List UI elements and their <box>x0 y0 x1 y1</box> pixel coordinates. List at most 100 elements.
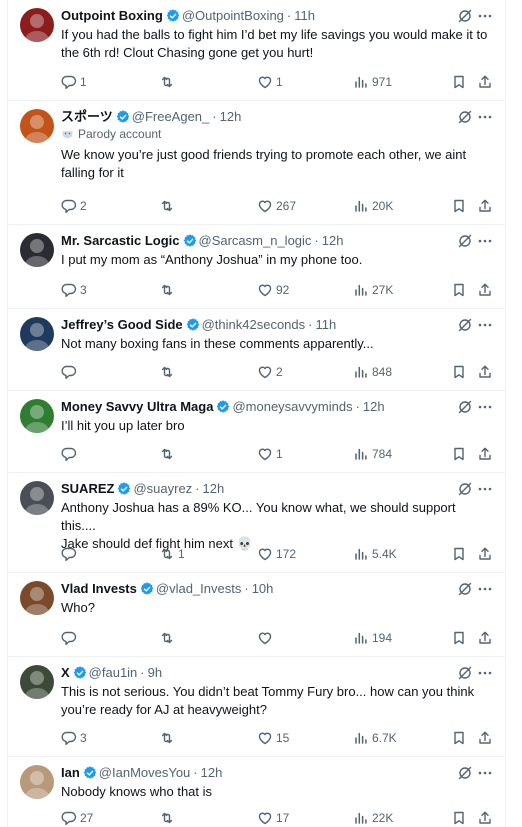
more-icon[interactable] <box>477 665 493 681</box>
avatar[interactable] <box>20 481 54 515</box>
author-name[interactable]: Ian <box>61 765 80 780</box>
more-icon[interactable] <box>477 233 493 249</box>
like-button[interactable]: 2 <box>257 363 283 381</box>
timestamp[interactable]: 10h <box>252 581 274 596</box>
views-button[interactable]: 22K <box>353 809 393 827</box>
share-button[interactable] <box>477 809 493 827</box>
author-name[interactable]: スポーツ <box>61 109 113 124</box>
reply-button[interactable]: 1 <box>61 73 87 91</box>
author-handle[interactable]: @FreeAgen_ <box>132 109 210 124</box>
reply-button[interactable] <box>61 445 80 463</box>
grok-icon[interactable] <box>457 8 473 24</box>
more-icon[interactable] <box>477 399 493 415</box>
author-handle[interactable]: @Sarcasm_n_logic <box>199 233 312 248</box>
bookmark-button[interactable] <box>451 73 467 91</box>
avatar[interactable] <box>20 8 54 42</box>
share-button[interactable] <box>477 545 493 563</box>
share-button[interactable] <box>477 445 493 463</box>
avatar[interactable] <box>20 317 54 351</box>
like-button[interactable]: 92 <box>257 281 289 299</box>
avatar[interactable] <box>20 233 54 267</box>
timestamp[interactable]: 12h <box>203 481 225 496</box>
bookmark-button[interactable] <box>451 281 467 299</box>
author-handle[interactable]: @OutpointBoxing <box>182 8 284 23</box>
reply-button[interactable]: 3 <box>61 281 87 299</box>
reply-button[interactable] <box>61 629 80 647</box>
avatar[interactable] <box>20 109 54 143</box>
views-button[interactable]: 848 <box>353 363 392 381</box>
timestamp[interactable]: 12h <box>363 399 385 414</box>
grok-icon[interactable] <box>457 765 473 781</box>
like-button[interactable] <box>257 629 276 647</box>
views-button[interactable]: 5.4K <box>353 545 397 563</box>
share-button[interactable] <box>477 73 493 91</box>
author-name[interactable]: Vlad Invests <box>61 581 137 596</box>
avatar[interactable] <box>20 765 54 799</box>
retweet-button[interactable] <box>159 445 178 463</box>
views-button[interactable]: 27K <box>353 281 393 299</box>
like-button[interactable]: 172 <box>257 545 296 563</box>
reply-button[interactable] <box>61 545 80 563</box>
retweet-button[interactable] <box>159 281 178 299</box>
timestamp[interactable]: 12h <box>322 233 344 248</box>
author-name[interactable]: SUAREZ <box>61 481 114 496</box>
grok-icon[interactable] <box>457 399 473 415</box>
bookmark-button[interactable] <box>451 445 467 463</box>
timestamp[interactable]: 12h <box>201 765 223 780</box>
views-button[interactable]: 784 <box>353 445 392 463</box>
grok-icon[interactable] <box>457 233 473 249</box>
reply-button[interactable]: 2 <box>61 197 87 215</box>
like-button[interactable]: 1 <box>257 445 283 463</box>
like-button[interactable]: 267 <box>257 197 296 215</box>
more-icon[interactable] <box>477 481 493 497</box>
timestamp[interactable]: 12h <box>220 109 242 124</box>
more-icon[interactable] <box>477 8 493 24</box>
like-button[interactable]: 17 <box>257 809 289 827</box>
author-handle[interactable]: @think42seconds <box>202 317 306 332</box>
grok-icon[interactable] <box>457 109 473 125</box>
bookmark-button[interactable] <box>451 809 467 827</box>
author-handle[interactable]: @fau1in <box>89 665 138 680</box>
like-button[interactable]: 15 <box>257 729 289 747</box>
bookmark-button[interactable] <box>451 629 467 647</box>
author-name[interactable]: Outpoint Boxing <box>61 8 163 23</box>
author-name[interactable]: Money Savvy Ultra Maga <box>61 399 213 414</box>
retweet-button[interactable] <box>159 73 178 91</box>
views-button[interactable]: 194 <box>353 629 392 647</box>
more-icon[interactable] <box>477 317 493 333</box>
views-button[interactable]: 6.7K <box>353 729 397 747</box>
bookmark-button[interactable] <box>451 363 467 381</box>
reply-button[interactable] <box>61 363 80 381</box>
retweet-button[interactable] <box>159 729 178 747</box>
avatar[interactable] <box>20 665 54 699</box>
retweet-button[interactable] <box>159 809 178 827</box>
share-button[interactable] <box>477 729 493 747</box>
retweet-button[interactable]: 1 <box>159 545 185 563</box>
timestamp[interactable]: 11h <box>316 317 337 332</box>
grok-icon[interactable] <box>457 581 473 597</box>
more-icon[interactable] <box>477 109 493 125</box>
more-icon[interactable] <box>477 765 493 781</box>
like-button[interactable]: 1 <box>257 73 283 91</box>
retweet-button[interactable] <box>159 363 178 381</box>
author-handle[interactable]: @IanMovesYou <box>99 765 191 780</box>
retweet-button[interactable] <box>159 629 178 647</box>
share-button[interactable] <box>477 197 493 215</box>
grok-icon[interactable] <box>457 317 473 333</box>
bookmark-button[interactable] <box>451 197 467 215</box>
share-button[interactable] <box>477 363 493 381</box>
more-icon[interactable] <box>477 581 493 597</box>
views-button[interactable]: 20K <box>353 197 393 215</box>
reply-button[interactable]: 27 <box>61 809 93 827</box>
timestamp[interactable]: 11h <box>294 8 315 23</box>
bookmark-button[interactable] <box>451 545 467 563</box>
views-button[interactable]: 971 <box>353 73 392 91</box>
timestamp[interactable]: 9h <box>148 665 162 680</box>
avatar[interactable] <box>20 581 54 615</box>
share-button[interactable] <box>477 629 493 647</box>
author-name[interactable]: Mr. Sarcastic Logic <box>61 233 180 248</box>
bookmark-button[interactable] <box>451 729 467 747</box>
author-handle[interactable]: @vlad_Invests <box>156 581 241 596</box>
author-handle[interactable]: @moneysavvyminds <box>232 399 352 414</box>
author-name[interactable]: X <box>61 665 70 680</box>
